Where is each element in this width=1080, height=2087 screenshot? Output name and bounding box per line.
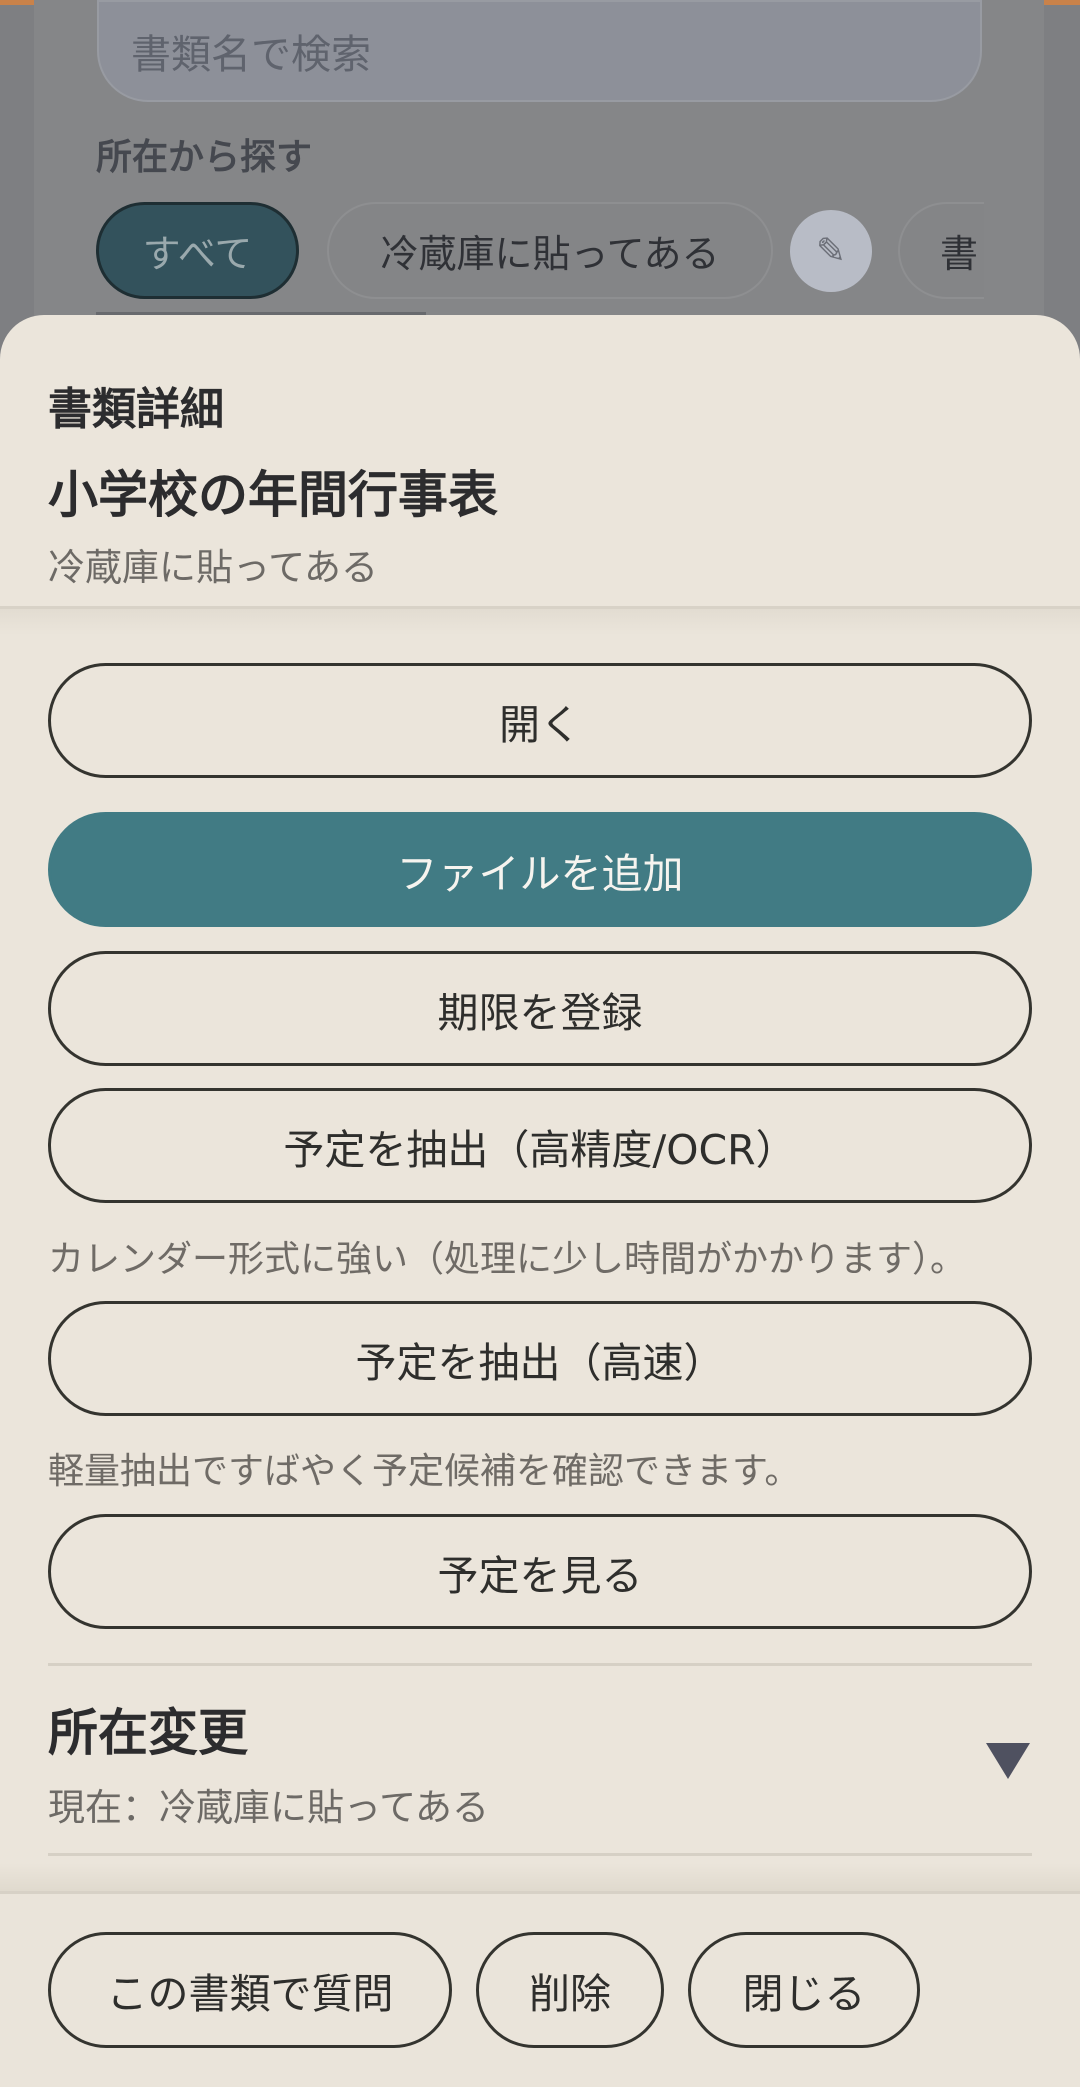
ocr-hint: カレンダー形式に強い（処理に少し時間がかかります）。 (48, 1239, 967, 1280)
search-input[interactable]: 書類名で検索 (97, 0, 982, 102)
open-button[interactable]: 開く (48, 663, 1032, 778)
chip-all[interactable]: すべて (96, 202, 299, 299)
triangle-down-icon[interactable] (986, 1743, 1030, 1779)
register-deadline-button[interactable]: 期限を登録 (48, 951, 1032, 1066)
sheet-header: 書類詳細 小学校の年間行事表 冷蔵庫に貼ってある (0, 315, 1080, 610)
extract-ocr-button[interactable]: 予定を抽出（高精度/OCR） (48, 1088, 1032, 1203)
ask-question-button[interactable]: この書類で質問 (48, 1932, 452, 2048)
location-chip-row: すべて 冷蔵庫に貼ってある ✎ 書 (96, 202, 984, 302)
fast-hint: 軽量抽出ですばやく予定候補を確認できます。 (48, 1451, 801, 1492)
document-location: 冷蔵庫に貼ってある (48, 546, 379, 589)
chip-truncated[interactable]: 書 (898, 202, 984, 299)
view-schedule-button[interactable]: 予定を見る (48, 1514, 1032, 1629)
add-file-button[interactable]: ファイルを追加 (48, 812, 1032, 927)
delete-button[interactable]: 削除 (476, 1932, 664, 2048)
section-divider-top (48, 1663, 1032, 1666)
close-button[interactable]: 閉じる (688, 1932, 920, 2048)
pencil-icon[interactable]: ✎ (790, 210, 872, 292)
document-title: 小学校の年間行事表 (48, 466, 498, 524)
sheet-footer: この書類で質問 削除 閉じる (0, 1891, 1080, 2087)
sheet-kicker: 書類詳細 (48, 384, 224, 435)
current-location: 現在：冷蔵庫に貼ってある (48, 1786, 490, 1829)
header-shadow (0, 609, 1080, 635)
location-filter-label: 所在から探す (96, 137, 313, 178)
chip-fridge[interactable]: 冷蔵庫に貼ってある (327, 202, 773, 299)
footer-shadow (0, 1863, 1080, 1891)
screen: 書類名で検索 所在から探す すべて 冷蔵庫に貼ってある ✎ 書 書類詳細 小学校… (0, 0, 1080, 2087)
document-detail-sheet: 書類詳細 小学校の年間行事表 冷蔵庫に貼ってある 開く ファイルを追加 期限を登… (0, 315, 1080, 2087)
extract-fast-button[interactable]: 予定を抽出（高速） (48, 1301, 1032, 1416)
section-divider-bottom (48, 1853, 1032, 1856)
location-change-title[interactable]: 所在変更 (48, 1693, 248, 1765)
